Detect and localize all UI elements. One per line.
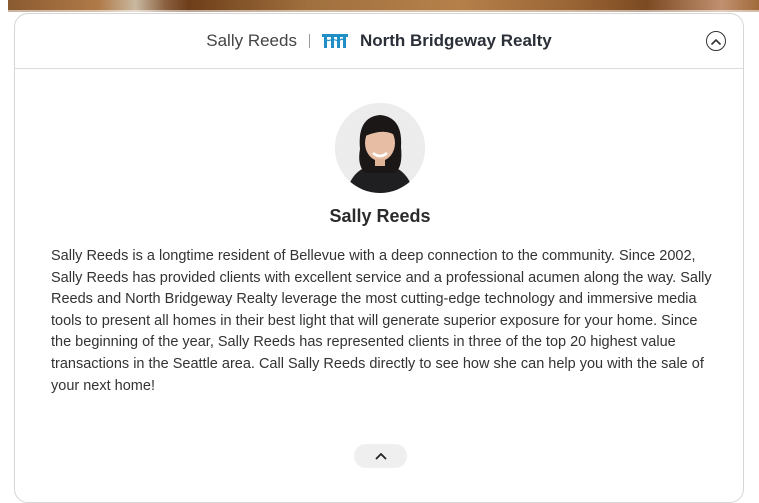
brokerage-name: North Bridgeway Realty [359,31,552,50]
header-separator [308,34,310,48]
bridge-icon [321,33,348,49]
agent-bio: Sally Reeds is a longtime resident of Be… [51,248,712,394]
agent-name-heading: Sally Reeds [329,206,431,226]
header-agent-name: Sally Reeds [206,31,297,50]
collapse-button[interactable] [706,31,726,51]
agent-card: Sally Reeds North Bridgeway Realty Sally… [14,13,744,503]
agent-avatar [335,103,425,193]
scroll-up-button[interactable] [354,444,407,468]
chevron-up-circle-icon [711,38,721,45]
agent-card-header[interactable]: Sally Reeds North Bridgeway Realty [15,14,743,69]
chevron-up-icon [375,453,386,460]
